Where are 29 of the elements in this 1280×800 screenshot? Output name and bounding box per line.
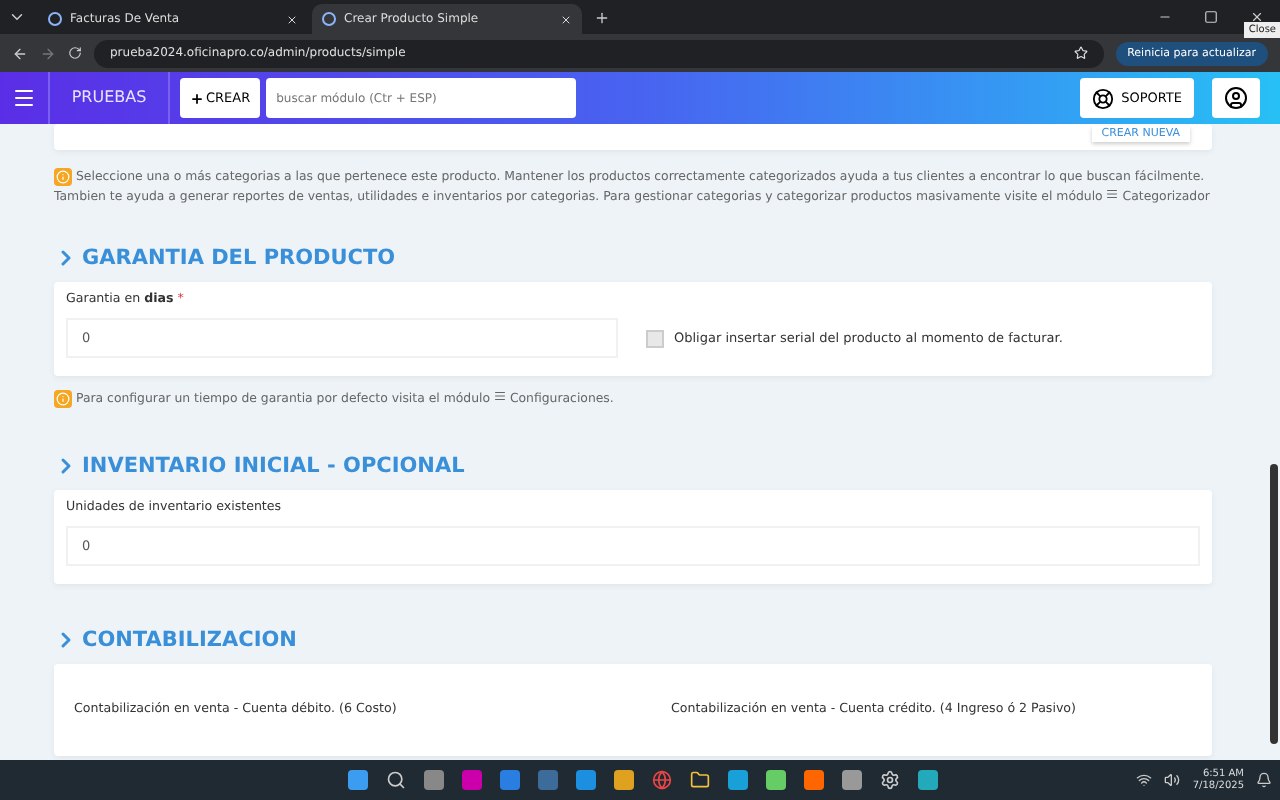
scrollbar[interactable]	[1270, 464, 1278, 744]
tab-close-icon[interactable]	[560, 13, 572, 25]
maximize-icon[interactable]	[1204, 10, 1218, 24]
user-icon	[1224, 84, 1248, 112]
browser-icon[interactable]	[652, 770, 672, 790]
folder-icon[interactable]	[690, 770, 710, 790]
settings-icon[interactable]	[880, 770, 900, 790]
list-icon	[1106, 188, 1119, 201]
tab-close-icon[interactable]	[286, 13, 298, 25]
forward-icon[interactable]	[40, 45, 56, 61]
notification-icon[interactable]	[1256, 772, 1272, 788]
minimize-icon[interactable]	[1158, 10, 1172, 24]
info-icon	[54, 390, 72, 409]
lifebuoy-icon	[1091, 87, 1114, 109]
close-icon[interactable]	[1250, 10, 1264, 24]
reload-icon[interactable]	[68, 46, 82, 60]
checkbox[interactable]	[646, 329, 664, 348]
new-tab-icon[interactable]	[594, 9, 610, 25]
plus-icon	[190, 91, 204, 105]
info-icon	[54, 168, 72, 186]
search-icon[interactable]	[386, 770, 406, 790]
back-icon[interactable]	[12, 45, 28, 61]
wifi-icon[interactable]	[1136, 772, 1153, 788]
list-icon	[493, 390, 506, 403]
app-icon[interactable]	[918, 770, 938, 790]
start-icon[interactable]	[348, 770, 368, 790]
volume-icon[interactable]	[1164, 772, 1181, 788]
tab-list-icon[interactable]	[8, 8, 26, 26]
user-button[interactable]	[1212, 78, 1260, 118]
